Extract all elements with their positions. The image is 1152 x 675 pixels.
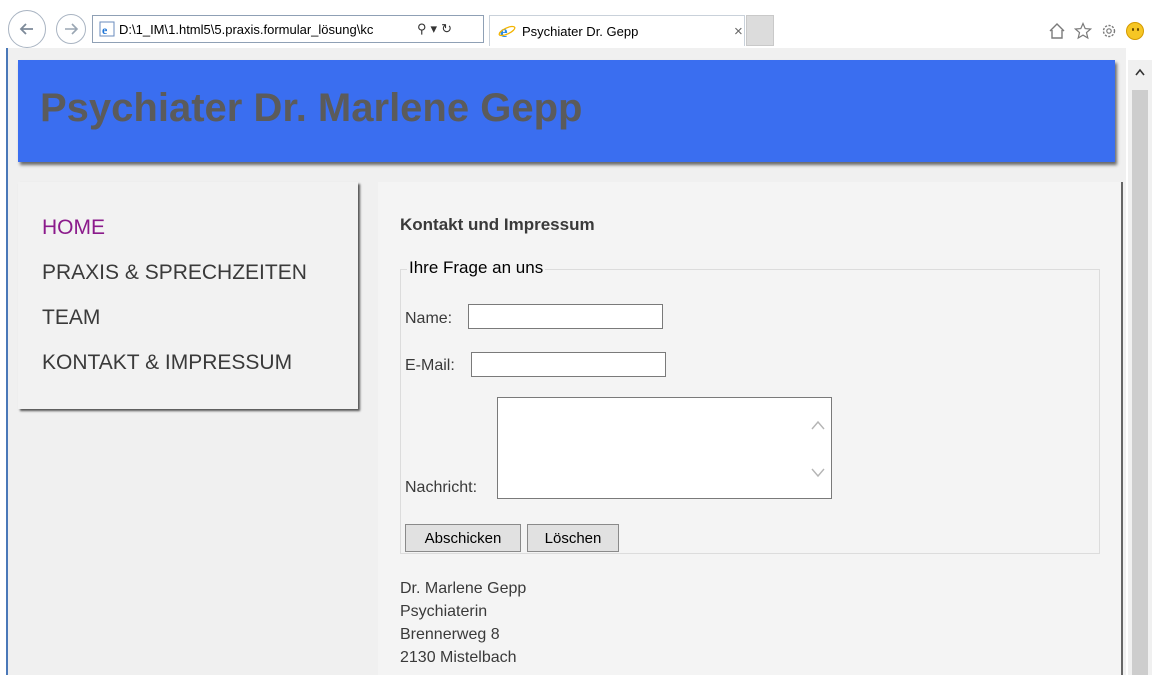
nav-item-team[interactable]: TEAM bbox=[42, 298, 307, 343]
page-viewport: Psychiater Dr. Marlene Gepp HOME PRAXIS … bbox=[6, 48, 1126, 675]
submit-button[interactable]: Abschicken bbox=[405, 524, 521, 552]
tab-close-icon[interactable]: × bbox=[734, 23, 743, 40]
forward-button[interactable] bbox=[56, 14, 86, 44]
refresh-icon[interactable]: ↻ bbox=[441, 21, 452, 37]
browser-toolbar: e D:\1_IM\1.html5\5.praxis.formular_lösu… bbox=[0, 0, 1152, 48]
svg-text:e: e bbox=[102, 23, 108, 37]
page-title: Psychiater Dr. Marlene Gepp bbox=[40, 86, 583, 130]
ie-logo-icon: e bbox=[498, 22, 516, 40]
forward-arrow-icon bbox=[65, 23, 79, 35]
scroll-up-icon[interactable] bbox=[811, 420, 825, 430]
nav-item-kontakt[interactable]: KONTAKT & IMPRESSUM bbox=[42, 343, 307, 388]
address-line: 2130 Mistelbach bbox=[400, 649, 517, 666]
scroll-up-arrow-icon[interactable] bbox=[1135, 68, 1145, 78]
search-icon[interactable]: ⚲ bbox=[417, 21, 427, 37]
scroll-thumb[interactable] bbox=[1132, 90, 1148, 675]
address-line: Brennerweg 8 bbox=[400, 626, 500, 643]
name-label: Name: bbox=[405, 310, 453, 327]
section-title: Kontakt und Impressum bbox=[400, 215, 595, 234]
form-legend: Ihre Frage an uns bbox=[407, 258, 546, 278]
message-textarea[interactable] bbox=[497, 397, 832, 499]
email-field[interactable] bbox=[471, 352, 666, 377]
dropdown-icon[interactable]: ▾ bbox=[431, 21, 438, 37]
back-button[interactable] bbox=[8, 10, 46, 48]
ie-page-icon: e bbox=[99, 21, 115, 37]
address-text[interactable]: D:\1_IM\1.html5\5.praxis.formular_lösung… bbox=[119, 22, 415, 37]
page-header: Psychiater Dr. Marlene Gepp bbox=[18, 60, 1115, 162]
star-icon[interactable] bbox=[1074, 22, 1092, 40]
address-line: Dr. Marlene Gepp bbox=[400, 580, 527, 597]
tab-title: Psychiater Dr. Gepp bbox=[522, 23, 639, 39]
email-label: E-Mail: bbox=[405, 357, 455, 374]
nav-item-praxis[interactable]: PRAXIS & SPRECHZEITEN bbox=[42, 253, 307, 298]
message-label: Nachricht: bbox=[405, 479, 478, 496]
scroll-down-icon[interactable] bbox=[811, 468, 825, 478]
nav-item-home[interactable]: HOME bbox=[42, 208, 307, 253]
reset-button[interactable]: Löschen bbox=[527, 524, 619, 552]
name-field[interactable] bbox=[468, 304, 663, 329]
home-icon[interactable] bbox=[1048, 22, 1066, 40]
back-arrow-icon bbox=[19, 23, 33, 35]
browser-tab[interactable]: e Psychiater Dr. Gepp × bbox=[489, 15, 745, 46]
gear-icon[interactable] bbox=[1100, 22, 1118, 40]
main-content: Kontakt und Impressum Ihre Frage an uns … bbox=[378, 182, 1123, 675]
contact-form: Ihre Frage an uns Name: E-Mail: Nachrich… bbox=[400, 258, 1100, 554]
main-navigation: HOME PRAXIS & SPRECHZEITEN TEAM KONTAKT … bbox=[18, 182, 358, 409]
address-line: Psychiaterin bbox=[400, 603, 488, 620]
contact-address: Dr. Marlene Gepp Psychiaterin Brennerweg… bbox=[400, 577, 526, 669]
page-scrollbar[interactable] bbox=[1128, 60, 1152, 675]
smiley-icon[interactable] bbox=[1126, 22, 1144, 40]
address-bar[interactable]: e D:\1_IM\1.html5\5.praxis.formular_lösu… bbox=[92, 15, 484, 43]
new-tab-button[interactable] bbox=[746, 15, 774, 46]
